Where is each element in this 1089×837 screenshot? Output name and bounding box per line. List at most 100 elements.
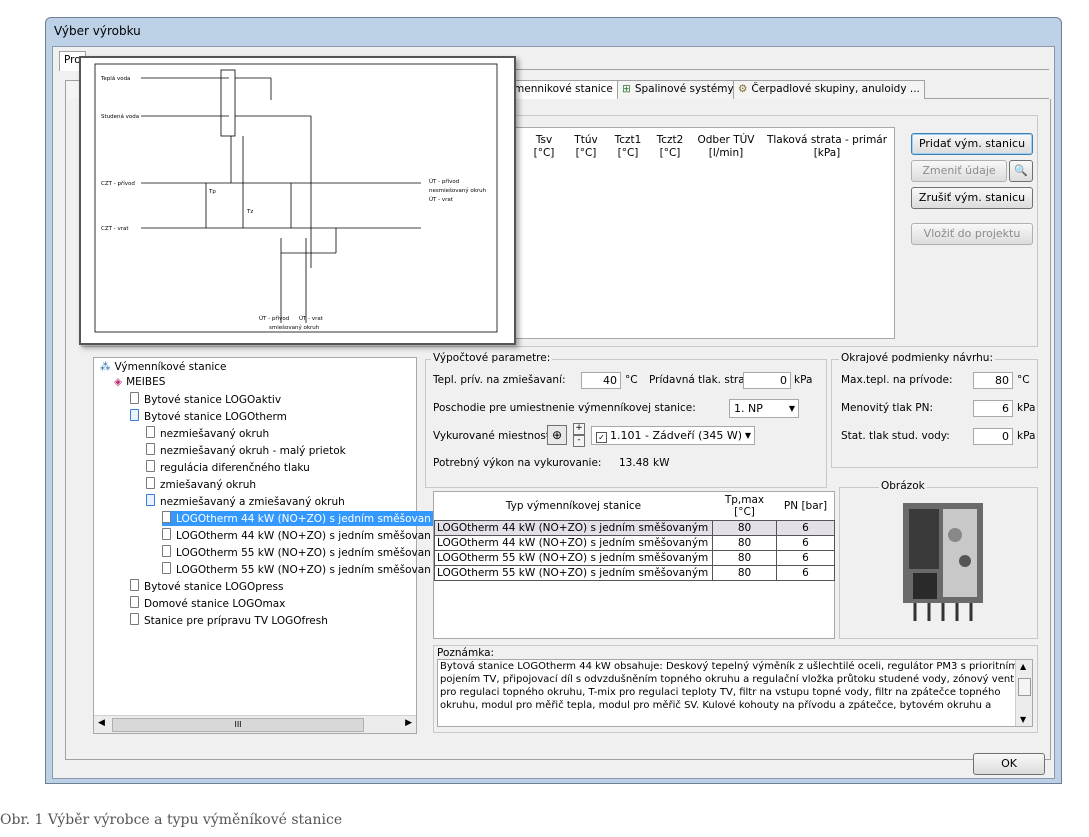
static-input[interactable]: 0	[973, 428, 1013, 445]
tree-item[interactable]: LOGOtherm 55 kW (NO+ZO) s jedním směšova…	[162, 545, 431, 560]
stations-list[interactable]: Tsv [°C] Ttúv [°C] Tczt1 [°C] Tczt2 [°C] Odb…	[513, 127, 895, 339]
tree-item[interactable]: nezmiešavaný a zmiešavaný okruh	[146, 494, 345, 509]
label-czt-supply: CZT - přívod	[101, 180, 135, 187]
note-vscrollbar[interactable]: ▲ ▼	[1015, 660, 1032, 726]
table-row[interactable]: LOGOtherm 55 kW (NO+ZO) s jedním směšova…	[434, 550, 835, 566]
note-title: Poznámka:	[437, 647, 495, 659]
document-icon	[130, 392, 139, 404]
room-select[interactable]: ✓ 1.101 - Zádveří (345 W) ▼	[591, 426, 755, 445]
calc-group-title: Výpočtové parametre:	[431, 352, 553, 364]
tree-item[interactable]: nezmiešavaný okruh	[146, 426, 269, 441]
room-add-button[interactable]: +	[573, 423, 585, 435]
document-icon	[146, 426, 155, 438]
scroll-thumb[interactable]	[1018, 678, 1031, 696]
scroll-right-icon[interactable]: ▶	[405, 718, 412, 728]
label-tz: Tz	[246, 209, 253, 215]
ok-button[interactable]: OK	[973, 753, 1045, 775]
diagram-popup: Teplá voda Studená voda CZT - přívod CZT…	[79, 56, 516, 345]
minus-icon: -	[577, 435, 581, 445]
tree-item[interactable]: Bytové stanice LOGOaktiv	[130, 392, 281, 407]
label-hot-water: Teplá voda	[100, 75, 130, 82]
cancel-station-button[interactable]: Zrušiť vým. stanicu	[911, 187, 1033, 209]
table-header-row: Typ výmenníkovej stanice Tp,max [°C] PN …	[435, 492, 835, 521]
magnifier-button[interactable]: 🔍	[1009, 160, 1033, 182]
tree-brand[interactable]: ◈ MEIBES	[114, 375, 165, 390]
table-row[interactable]: LOGOtherm 44 kW (NO+ZO) s jedním směšova…	[434, 520, 835, 536]
tree-item[interactable]: Stanice pre prípravu TV LOGOfresh	[130, 613, 328, 628]
tree-item[interactable]: nezmiešavaný okruh - malý prietok	[146, 443, 346, 458]
col-pressure-loss: Tlaková strata - primár [kPa]	[766, 134, 888, 159]
magnifier-icon: 🔍	[1014, 164, 1028, 177]
document-icon	[130, 409, 139, 421]
scroll-thumb[interactable]: III	[112, 718, 364, 732]
document-icon	[130, 596, 139, 608]
chevron-down-icon: ▼	[744, 431, 751, 440]
power-unit: kW	[653, 457, 670, 469]
loss-unit: kPa	[794, 374, 813, 386]
loss-input[interactable]: 0	[743, 372, 791, 389]
tab-exchange-stations[interactable]: mennikové stanice	[509, 80, 618, 100]
tree-item[interactable]: Bytové stanice LOGOpress	[130, 579, 283, 594]
label-mixed-circuit: smiešovaný okruh	[269, 324, 320, 331]
tree-item[interactable]: Bytové stanice LOGOtherm	[130, 409, 287, 424]
tree-item[interactable]: Domové stanice LOGOmax	[130, 596, 285, 611]
note-textarea[interactable]: Bytová stanice LOGOtherm 44 kW obsahuje:…	[437, 659, 1033, 727]
tree-item[interactable]: regulácia diferenčného tlaku	[146, 460, 310, 475]
max-temp-input[interactable]: 80	[973, 372, 1013, 389]
product-tree[interactable]: ⁂ Výmenníkové stanice ◈ MEIBES Bytové stan…	[93, 357, 433, 734]
image-group-title: Obrázok	[879, 480, 927, 492]
tab-pump-groups[interactable]: ⚙ Čerpadlové skupiny, anuloidy ...	[733, 80, 925, 99]
col-ttuv: Ttúv [°C]	[574, 134, 598, 159]
tree-hscrollbar[interactable]: ◀ III ▶	[94, 715, 416, 733]
tree-item[interactable]: LOGOtherm 44 kW (NO+ZO) s jedním směšova…	[162, 528, 431, 543]
label-cold-water: Studená voda	[101, 113, 139, 120]
static-unit: kPa	[1017, 430, 1036, 442]
add-station-button[interactable]: Pridať vým. stanicu	[911, 133, 1033, 155]
col-pn[interactable]: PN [bar]	[777, 492, 835, 521]
label-ut-return: ÚT - vrat	[429, 196, 454, 203]
product-image	[903, 503, 983, 621]
title-bar[interactable]: Výber výrobku	[46, 18, 1061, 44]
room-remove-button[interactable]: -	[573, 435, 585, 447]
tree-item-selected[interactable]: LOGOtherm 44 kW (NO+ZO) s jedním směšova…	[162, 511, 433, 526]
col-tpmax[interactable]: Tp,max [°C]	[713, 492, 777, 521]
window-title: Výber výrobku	[54, 24, 141, 38]
document-icon	[146, 460, 155, 472]
tab-flue-systems[interactable]: ⊞ Spalinové systémy	[617, 80, 739, 99]
rooms-label: Vykurované miestnosti:	[433, 430, 557, 442]
col-tczt1: Tczt1 [°C]	[614, 134, 642, 159]
rooms-tree-button[interactable]: ⊕	[547, 425, 567, 445]
scroll-down-icon[interactable]: ▼	[1020, 715, 1026, 724]
document-icon	[162, 562, 171, 574]
tree-item[interactable]: zmiešavaný okruh	[146, 477, 256, 492]
col-type[interactable]: Typ výmenníkovej stanice	[435, 492, 713, 521]
label-unmixed-circuit: nesmiešovaný okruh	[429, 187, 487, 194]
scroll-up-icon[interactable]: ▲	[1020, 662, 1026, 671]
floor-select[interactable]: 1. NP ▼	[729, 399, 799, 418]
table-row[interactable]: LOGOtherm 55 kW (NO+ZO) s jedním směšova…	[434, 565, 835, 581]
temp-input[interactable]: 40	[581, 372, 621, 389]
scroll-left-icon[interactable]: ◀	[98, 718, 105, 728]
products-table-box[interactable]: Typ výmenníkovej stanice Tp,max [°C] PN …	[433, 491, 835, 639]
boundary-group-title: Okrajové podmienky návrhu:	[839, 352, 996, 364]
tree-root[interactable]: ⁂ Výmenníkové stanice	[100, 360, 227, 375]
checkbox-checked-icon[interactable]: ✓	[596, 432, 607, 443]
document-icon	[130, 579, 139, 591]
document-icon	[130, 613, 139, 625]
document-icon	[162, 528, 171, 540]
static-label: Stat. tlak stud. vody:	[841, 430, 950, 442]
table-row[interactable]: LOGOtherm 44 kW (NO+ZO) s jedním směšova…	[434, 535, 835, 551]
document-icon	[162, 511, 171, 523]
pn-input[interactable]: 6	[973, 400, 1013, 417]
col-tczt2: Tczt2 [°C]	[656, 134, 684, 159]
pump-icon: ⚙	[738, 83, 748, 95]
change-data-button[interactable]: Zmeniť údaje	[911, 160, 1007, 182]
pn-unit: kPa	[1017, 402, 1036, 414]
max-temp-unit: °C	[1017, 374, 1030, 386]
tree-item[interactable]: LOGOtherm 55 kW (NO+ZO) s jedním směšova…	[162, 562, 431, 577]
label-ut-return-2: ÚT - vrat	[299, 315, 324, 322]
network-icon: ⁂	[100, 361, 111, 373]
document-icon	[146, 443, 155, 455]
insert-project-button[interactable]: Vložiť do projektu	[911, 223, 1033, 245]
label-tp: Tp	[208, 189, 216, 195]
